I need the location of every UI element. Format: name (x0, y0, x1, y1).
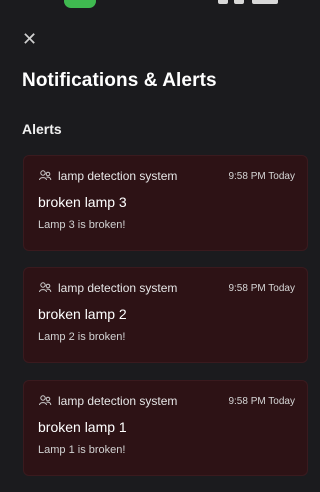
status-bar (0, 0, 316, 14)
alert-source: lamp detection system (38, 169, 177, 183)
close-icon[interactable]: ✕ (22, 30, 40, 48)
alert-source-label: lamp detection system (58, 169, 178, 183)
alert-time: 9:58 PM Today (228, 396, 295, 407)
alert-source-label: lamp detection system (58, 281, 178, 295)
signal-icon (218, 0, 228, 4)
alerts-section-title: Alerts (22, 121, 62, 137)
alert-card[interactable]: lamp detection system 9:58 PM Today brok… (23, 155, 308, 251)
alert-card[interactable]: lamp detection system 9:58 PM Today brok… (23, 267, 308, 363)
alert-title: broken lamp 1 (38, 419, 127, 435)
notifications-screen: ✕ Notifications & Alerts Alerts lamp det… (0, 0, 316, 492)
alert-time: 9:58 PM Today (228, 283, 295, 294)
wifi-icon (234, 0, 244, 4)
users-icon (39, 395, 52, 406)
alert-source: lamp detection system (38, 281, 177, 295)
alert-source: lamp detection system (38, 394, 177, 408)
alert-card[interactable]: lamp detection system 9:58 PM Today brok… (23, 380, 308, 476)
alert-time: 9:58 PM Today (228, 171, 295, 182)
alert-body: Lamp 3 is broken! (38, 219, 126, 231)
battery-icon (252, 0, 278, 4)
alert-body: Lamp 1 is broken! (38, 444, 126, 456)
users-icon (39, 170, 52, 181)
alert-source-label: lamp detection system (58, 394, 178, 408)
status-icons (218, 0, 298, 6)
status-pill (64, 0, 96, 8)
page-title: Notifications & Alerts (22, 70, 217, 91)
alert-title: broken lamp 3 (38, 194, 127, 210)
alert-title: broken lamp 2 (38, 306, 127, 322)
users-icon (39, 282, 52, 293)
alert-body: Lamp 2 is broken! (38, 331, 126, 343)
